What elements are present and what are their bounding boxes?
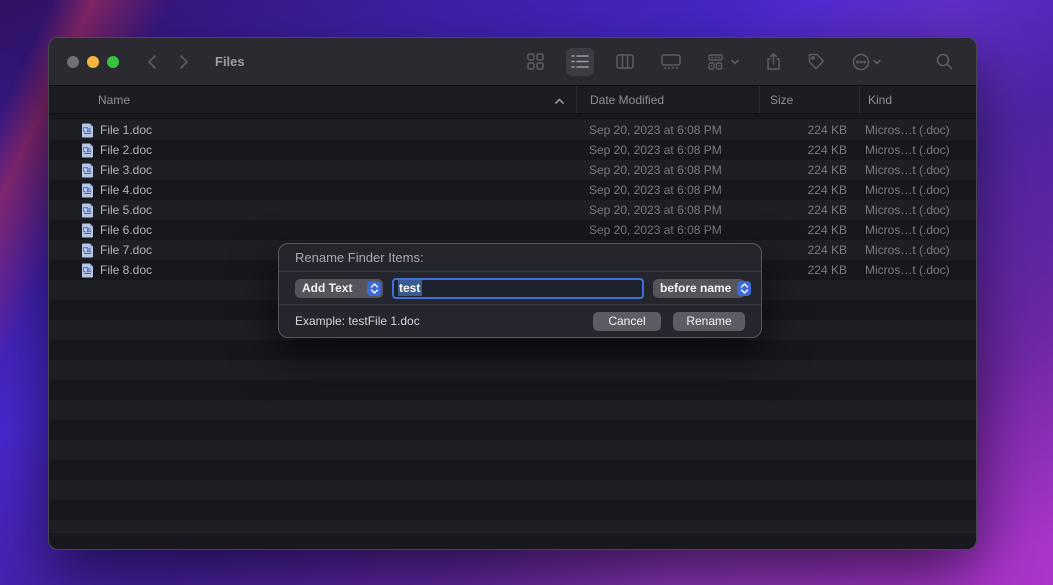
rename-button[interactable]: Rename bbox=[673, 312, 745, 331]
word-doc-icon bbox=[81, 203, 94, 218]
toolbar-buttons bbox=[522, 48, 958, 76]
cancel-button[interactable]: Cancel bbox=[593, 312, 661, 331]
file-name: File 3.doc bbox=[100, 163, 152, 177]
file-size: 224 KB bbox=[759, 203, 859, 217]
column-header-kind[interactable]: Kind bbox=[859, 86, 976, 113]
file-name: File 1.doc bbox=[100, 123, 152, 137]
column-header-row: Name Date Modified Size Kind bbox=[49, 85, 976, 114]
dialog-footer: Example: testFile 1.doc Cancel Rename bbox=[279, 304, 761, 337]
file-name: File 6.doc bbox=[100, 223, 152, 237]
nav-controls bbox=[147, 54, 189, 70]
file-date-modified: Sep 20, 2023 at 6:08 PM bbox=[576, 143, 759, 157]
list-view-icon[interactable] bbox=[566, 48, 594, 76]
more-icon[interactable] bbox=[847, 48, 886, 76]
file-date-modified: Sep 20, 2023 at 6:08 PM bbox=[576, 203, 759, 217]
file-kind: Micros…t (.doc) bbox=[859, 203, 976, 217]
file-size: 224 KB bbox=[759, 163, 859, 177]
file-date-modified: Sep 20, 2023 at 6:08 PM bbox=[576, 123, 759, 137]
file-size: 224 KB bbox=[759, 243, 859, 257]
file-name: File 5.doc bbox=[100, 203, 152, 217]
rename-finder-items-dialog: Rename Finder Items: Add Text test befor… bbox=[278, 243, 762, 338]
file-date-modified: Sep 20, 2023 at 6:08 PM bbox=[576, 183, 759, 197]
file-size: 224 KB bbox=[759, 123, 859, 137]
dialog-controls: Add Text test before name bbox=[279, 272, 761, 304]
zoom-button[interactable] bbox=[107, 56, 119, 68]
word-doc-icon bbox=[81, 183, 94, 198]
table-row[interactable]: File 1.doc Sep 20, 2023 at 6:08 PM 224 K… bbox=[49, 120, 976, 140]
selected-text: test bbox=[398, 280, 422, 296]
column-header-size[interactable]: Size bbox=[759, 86, 859, 113]
search-icon[interactable] bbox=[931, 48, 958, 76]
file-size: 224 KB bbox=[759, 263, 859, 277]
rename-position-select[interactable]: before name bbox=[653, 279, 745, 298]
file-kind: Micros…t (.doc) bbox=[859, 263, 976, 277]
back-icon[interactable] bbox=[147, 54, 157, 70]
minimize-button[interactable] bbox=[87, 56, 99, 68]
example-text: Example: testFile 1.doc bbox=[295, 314, 420, 328]
close-button[interactable] bbox=[67, 56, 79, 68]
file-kind: Micros…t (.doc) bbox=[859, 143, 976, 157]
group-by-icon[interactable] bbox=[703, 48, 744, 76]
file-size: 224 KB bbox=[759, 223, 859, 237]
file-size: 224 KB bbox=[759, 143, 859, 157]
traffic-lights bbox=[67, 56, 119, 68]
table-row[interactable]: File 6.doc Sep 20, 2023 at 6:08 PM 224 K… bbox=[49, 220, 976, 240]
file-name: File 2.doc bbox=[100, 143, 152, 157]
table-row[interactable]: File 3.doc Sep 20, 2023 at 6:08 PM 224 K… bbox=[49, 160, 976, 180]
word-doc-icon bbox=[81, 123, 94, 138]
file-kind: Micros…t (.doc) bbox=[859, 163, 976, 177]
file-name: File 4.doc bbox=[100, 183, 152, 197]
word-doc-icon bbox=[81, 263, 94, 278]
stepper-icon bbox=[737, 281, 751, 296]
rename-text-input[interactable]: test bbox=[392, 278, 644, 299]
file-size: 224 KB bbox=[759, 183, 859, 197]
rename-action-select[interactable]: Add Text bbox=[295, 279, 383, 298]
file-name: File 7.doc bbox=[100, 243, 152, 257]
stepper-icon bbox=[367, 281, 381, 296]
title-bar: Files bbox=[49, 38, 976, 85]
file-kind: Micros…t (.doc) bbox=[859, 223, 976, 237]
file-date-modified: Sep 20, 2023 at 6:08 PM bbox=[576, 163, 759, 177]
tags-icon[interactable] bbox=[803, 48, 830, 76]
gallery-view-icon[interactable] bbox=[656, 48, 686, 76]
column-view-icon[interactable] bbox=[611, 48, 639, 76]
file-date-modified: Sep 20, 2023 at 6:08 PM bbox=[576, 223, 759, 237]
table-row[interactable]: File 2.doc Sep 20, 2023 at 6:08 PM 224 K… bbox=[49, 140, 976, 160]
table-row[interactable]: File 5.doc Sep 20, 2023 at 6:08 PM 224 K… bbox=[49, 200, 976, 220]
column-header-name[interactable]: Name bbox=[49, 86, 576, 113]
file-name: File 8.doc bbox=[100, 263, 152, 277]
file-kind: Micros…t (.doc) bbox=[859, 183, 976, 197]
word-doc-icon bbox=[81, 143, 94, 158]
word-doc-icon bbox=[81, 243, 94, 258]
file-kind: Micros…t (.doc) bbox=[859, 243, 976, 257]
table-row[interactable]: File 4.doc Sep 20, 2023 at 6:08 PM 224 K… bbox=[49, 180, 976, 200]
column-header-date-modified[interactable]: Date Modified bbox=[576, 86, 759, 113]
icon-view-icon[interactable] bbox=[522, 48, 549, 76]
window-title: Files bbox=[215, 54, 245, 69]
word-doc-icon bbox=[81, 223, 94, 238]
word-doc-icon bbox=[81, 163, 94, 178]
sort-ascending-icon bbox=[555, 93, 564, 107]
dialog-title: Rename Finder Items: bbox=[279, 244, 761, 272]
share-icon[interactable] bbox=[761, 48, 786, 76]
forward-icon[interactable] bbox=[179, 54, 189, 70]
file-kind: Micros…t (.doc) bbox=[859, 123, 976, 137]
